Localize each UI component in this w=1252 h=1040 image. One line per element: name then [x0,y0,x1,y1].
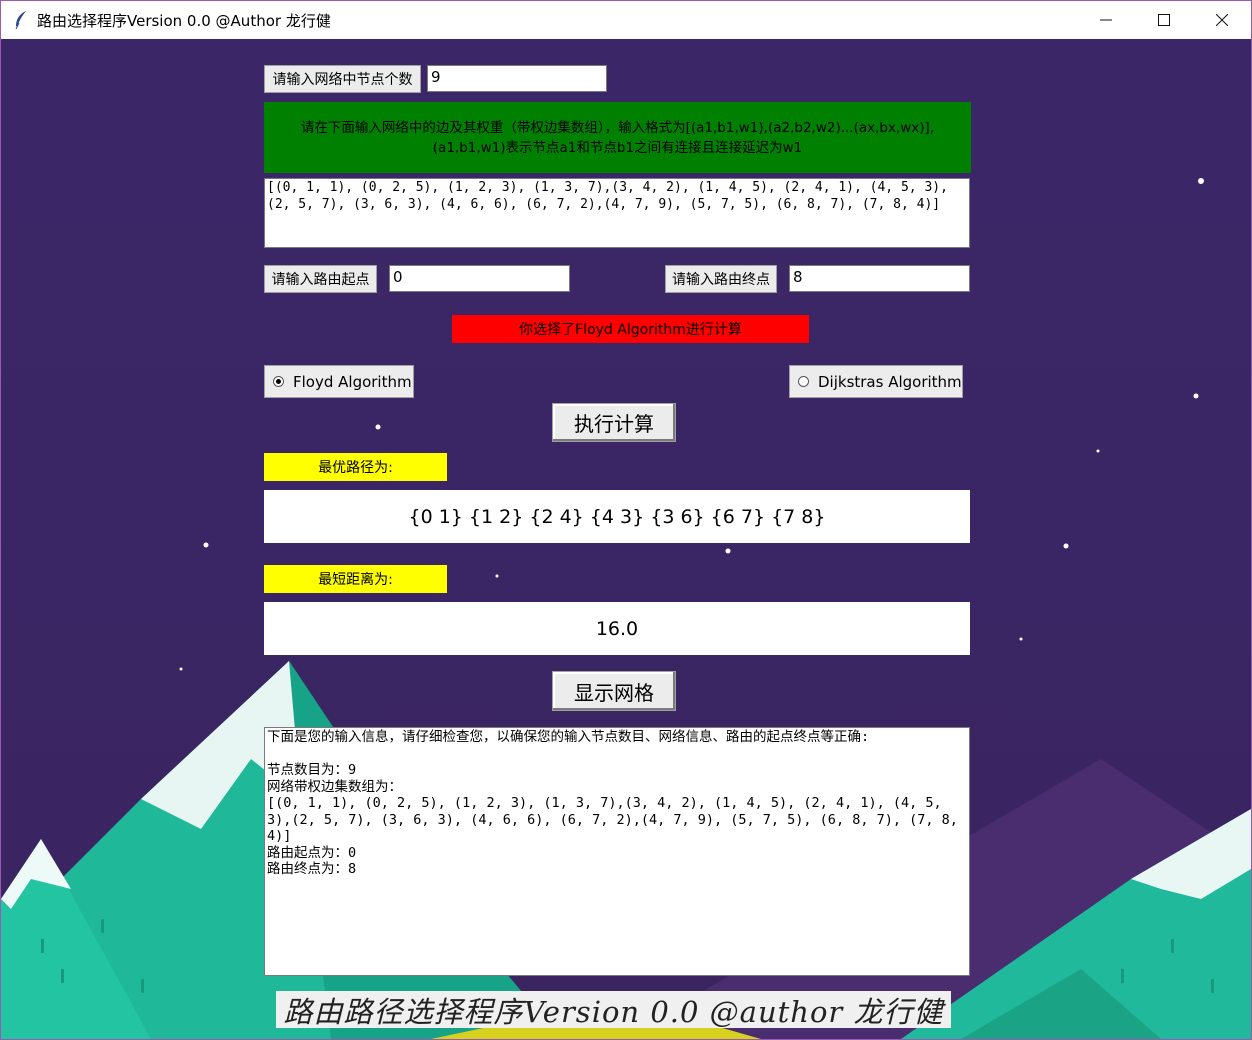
best-path-label: 最优路径为: [264,453,447,481]
maximize-button[interactable] [1135,1,1193,39]
edges-input[interactable]: [(0, 1, 1), (0, 2, 5), (1, 2, 3), (1, 3,… [264,178,970,248]
compute-button[interactable]: 执行计算 [552,403,676,442]
algorithm-status-banner: 你选择了Floyd Algorithm进行计算 [452,315,809,343]
radio-unselected-icon [798,376,809,387]
show-network-button[interactable]: 显示网格 [552,671,676,711]
app-window: 路由选择程序Version 0.0 @Author 龙行健 请输入网络中节点个数… [0,0,1252,1040]
route-start-label: 请输入路由起点 [264,265,377,293]
edges-instruction-banner: 请在下面输入网络中的边及其权重（带权边集数组），输入格式为[(a1,b1,w1)… [264,102,971,173]
node-count-label: 请输入网络中节点个数 [264,65,421,93]
best-path-value: {0 1} {1 2} {2 4} {4 3} {3 6} {6 7} {7 8… [264,490,970,543]
radio-selected-icon [273,376,284,387]
input-summary-textarea[interactable]: 下面是您的输入信息，请仔细检查您，以确保您的输入节点数目、网络信息、路由的起点终… [264,727,970,976]
title-bar[interactable]: 路由选择程序Version 0.0 @Author 龙行健 [1,1,1251,39]
maximize-icon [1158,14,1170,26]
edges-instruction-text: 请在下面输入网络中的边及其权重（带权边集数组），输入格式为[(a1,b1,w1)… [300,119,935,156]
route-end-label: 请输入路由终点 [665,265,777,293]
minimize-icon [1100,19,1112,21]
floyd-radio[interactable]: Floyd Algorithm [264,365,414,398]
close-button[interactable] [1193,1,1251,39]
close-icon [1216,14,1228,26]
node-count-input[interactable]: 9 [427,65,607,92]
floyd-radio-label: Floyd Algorithm [293,372,412,391]
dijkstra-radio[interactable]: Dijkstras Algorithm [789,365,963,398]
dijkstra-radio-label: Dijkstras Algorithm [818,372,962,391]
window-title: 路由选择程序Version 0.0 @Author 龙行健 [37,12,331,30]
route-start-input[interactable]: 0 [389,265,570,292]
minimize-button[interactable] [1077,1,1135,39]
shortest-distance-label: 最短距离为: [264,565,447,593]
route-end-input[interactable]: 8 [789,265,970,292]
shortest-distance-value: 16.0 [264,602,970,655]
footer-caption: 路由路径选择程序Version 0.0 @author 龙行健 [276,991,951,1029]
feather-icon [15,11,26,30]
